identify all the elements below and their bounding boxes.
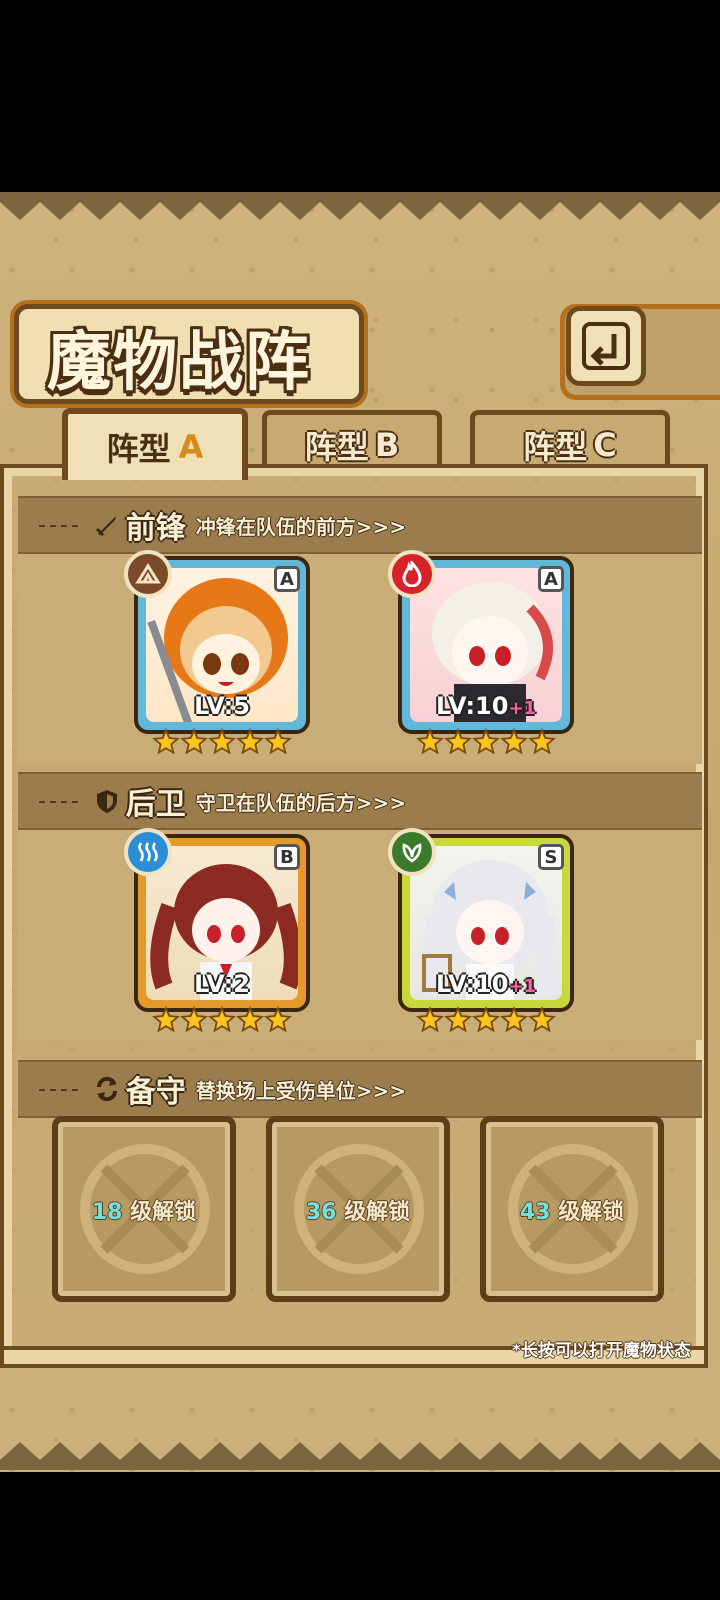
tab-formation-b[interactable]: 阵型 B (262, 410, 442, 474)
star-icon (444, 1006, 472, 1033)
back-button[interactable] (566, 306, 646, 386)
tab-letter: C (593, 425, 617, 464)
star-icon (416, 1006, 444, 1033)
section-title: 前锋 (125, 511, 186, 546)
return-arrow-icon (582, 322, 630, 370)
section-title: 后卫 (125, 787, 186, 822)
level-label: LV:2 (138, 970, 306, 998)
star-icon (444, 728, 472, 755)
bottom-zigzag-border (0, 1442, 720, 1470)
level-bonus: +1 (508, 976, 537, 997)
star-icon (264, 1006, 292, 1033)
star-icon (236, 728, 264, 755)
level-value: LV:10 (435, 970, 509, 998)
earth-icon (124, 550, 172, 598)
star-icon (416, 728, 444, 755)
tab-letter: A (178, 428, 204, 466)
star-rating (134, 728, 310, 762)
star-icon (500, 728, 528, 755)
unlock-level: 18 (91, 1200, 123, 1225)
star-icon (208, 1006, 236, 1033)
section-reserve-header: ---- 备守 替换场上受伤单位>>> (18, 1060, 702, 1118)
sword-icon (92, 510, 122, 540)
divider-dashes: ---- (38, 788, 82, 814)
star-icon (472, 1006, 500, 1033)
divider-dashes: ---- (38, 1076, 82, 1102)
tab-label: 阵型 (106, 430, 171, 468)
long-press-hint: *长按可以打开魔物状态 (512, 1341, 691, 1361)
unlock-level: 43 (519, 1200, 551, 1225)
page-title: 魔物战阵 (47, 325, 311, 400)
tab-letter: B (374, 425, 400, 464)
tab-formation-c[interactable]: 阵型 C (470, 410, 670, 474)
level-label: LV:10+1 (402, 970, 570, 998)
water-icon (124, 828, 172, 876)
rank-badge: A (538, 566, 564, 592)
star-rating (398, 728, 574, 762)
title-plate: 魔物战阵 (14, 304, 364, 404)
star-icon (152, 728, 180, 755)
unlock-level-text: 18 级解锁 (58, 1194, 230, 1226)
divider-dashes: ---- (38, 512, 82, 538)
star-icon (180, 728, 208, 755)
star-icon (264, 728, 292, 755)
star-icon (528, 1006, 556, 1033)
star-rating (398, 1006, 574, 1040)
section-title: 备守 (125, 1075, 186, 1110)
unlock-label: 级解锁 (558, 1200, 625, 1225)
star-icon (472, 728, 500, 755)
section-subtitle: 替换场上受伤单位>>> (195, 1078, 407, 1103)
tab-label: 阵型 (523, 427, 588, 466)
unlock-label: 级解锁 (344, 1200, 411, 1225)
level-label: LV:10+1 (402, 692, 570, 720)
star-icon (208, 728, 236, 755)
reserve-slot-1[interactable]: 18 级解锁 (52, 1116, 236, 1302)
unlock-label: 级解锁 (130, 1200, 197, 1225)
section-rear-header: ---- 后卫 守卫在队伍的后方>>> (18, 772, 702, 830)
swap-icon (92, 1074, 122, 1104)
level-value: LV:2 (194, 970, 250, 998)
star-icon (152, 1006, 180, 1033)
unlock-level-text: 43 级解锁 (486, 1194, 658, 1226)
star-icon (180, 1006, 208, 1033)
rank-badge: S (538, 844, 564, 870)
section-subtitle: 守卫在队伍的后方>>> (195, 790, 407, 815)
star-icon (528, 728, 556, 755)
tab-label: 阵型 (304, 427, 369, 466)
section-subtitle: 冲锋在队伍的前方>>> (195, 514, 407, 539)
rear-row-area (18, 830, 702, 1040)
front-row-area (18, 554, 702, 764)
shield-icon (92, 786, 122, 816)
level-bonus: +1 (508, 698, 537, 719)
star-icon (236, 1006, 264, 1033)
level-value: LV:10 (435, 692, 509, 720)
level-value: LV:5 (194, 692, 250, 720)
rank-badge: A (274, 566, 300, 592)
unlock-level: 36 (305, 1200, 337, 1225)
reserve-slot-2[interactable]: 36 级解锁 (266, 1116, 450, 1302)
reserve-slot-3[interactable]: 43 级解锁 (480, 1116, 664, 1302)
level-label: LV:5 (138, 692, 306, 720)
fire-icon (388, 550, 436, 598)
star-rating (134, 1006, 310, 1040)
leaf-icon (388, 828, 436, 876)
rank-badge: B (274, 844, 300, 870)
tab-formation-a[interactable]: 阵型 A (62, 408, 248, 480)
section-front-header: ---- 前锋 冲锋在队伍的前方>>> (18, 496, 702, 554)
star-icon (500, 1006, 528, 1033)
unlock-level-text: 36 级解锁 (272, 1194, 444, 1226)
top-zigzag-border (0, 192, 720, 220)
